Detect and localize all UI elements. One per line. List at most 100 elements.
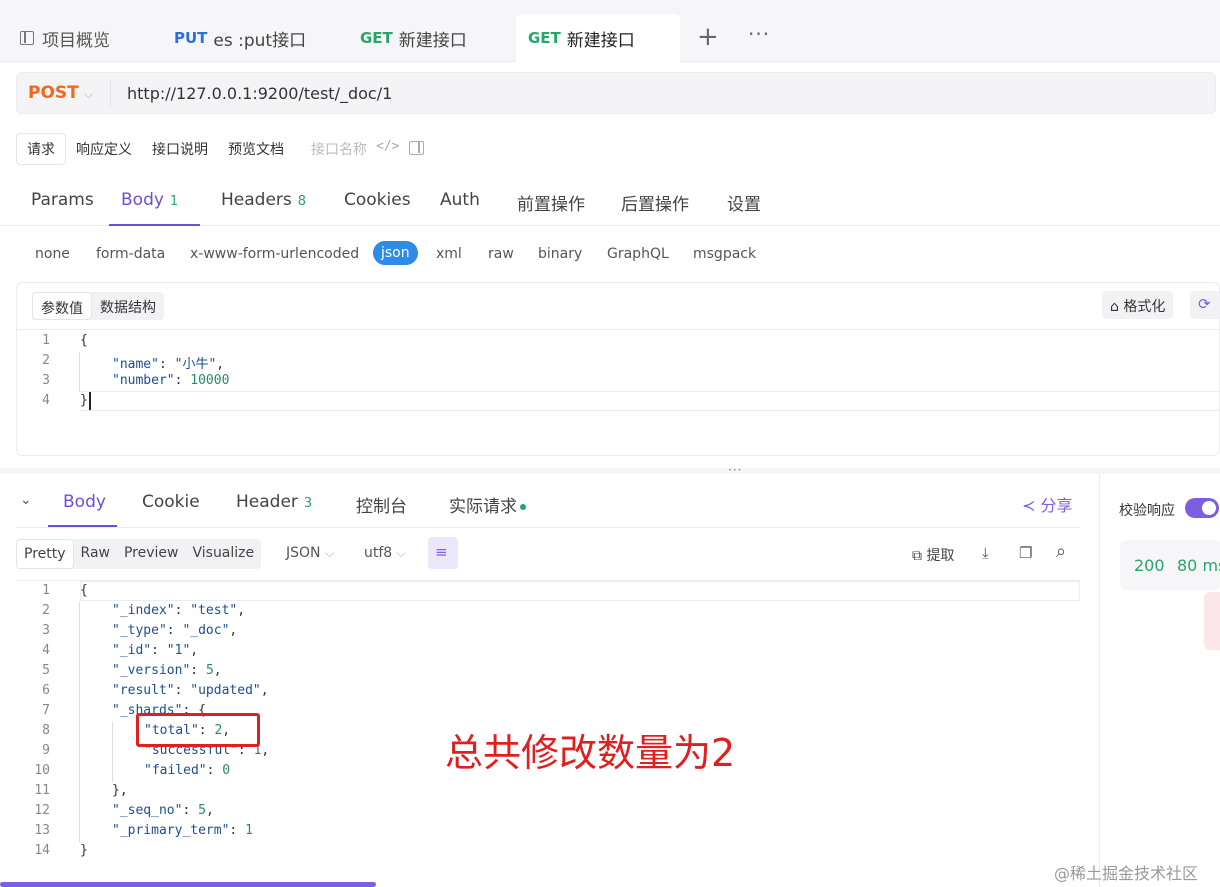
tab-body[interactable]: Body 1 (121, 190, 178, 210)
copy-icon[interactable]: ❐ (1019, 544, 1032, 562)
line-number: 10 (34, 763, 50, 778)
panel-divider[interactable] (0, 468, 1220, 474)
plus-icon[interactable]: + (697, 24, 719, 50)
active-tab-indicator (48, 525, 117, 527)
code-line[interactable]: } (80, 843, 88, 858)
side-tab[interactable] (1204, 592, 1220, 650)
body-type-none[interactable]: none (35, 246, 70, 262)
json-sep: : (174, 683, 191, 698)
resp-tab-body[interactable]: Body (63, 492, 106, 512)
side-panel-icon[interactable] (409, 141, 424, 155)
json-key: "_seq_no" (112, 803, 183, 818)
view-preview[interactable]: Preview (117, 539, 186, 569)
code-line[interactable]: "_seq_no": 5, (112, 803, 214, 818)
code-line[interactable]: "_version": 5, (112, 663, 222, 678)
search-icon[interactable]: ⌕ (1056, 541, 1066, 562)
format-button[interactable]: ⌂ 格式化 (1102, 291, 1174, 319)
body-type-graphql[interactable]: GraphQL (607, 246, 669, 262)
nav-label: Headers (221, 190, 292, 210)
view-visualize[interactable]: Visualize (185, 539, 261, 569)
body-type-raw[interactable]: raw (488, 246, 514, 262)
code-line[interactable]: } (80, 393, 88, 408)
seg-preview-doc[interactable]: 预览文档 (218, 134, 294, 164)
tab-get-interface-2[interactable]: GET 新建接口 (516, 14, 680, 62)
seg-request[interactable]: 请求 (16, 133, 66, 165)
code-icon[interactable]: </> (376, 139, 399, 154)
json-key: "failed" (144, 763, 207, 778)
code-line[interactable]: "result": "updated", (112, 683, 269, 698)
seg-param-values[interactable]: 参数值 (32, 292, 92, 320)
line-number: 2 (42, 353, 50, 368)
format-icon: ⌂ (1110, 299, 1119, 315)
json-key: "result" (112, 683, 175, 698)
extract-button[interactable]: ⧉ 提取 (912, 545, 954, 565)
tab-cookies[interactable]: Cookies (344, 190, 411, 210)
code-line[interactable]: "_index": "test", (112, 603, 245, 618)
view-pretty[interactable]: Pretty (16, 539, 74, 569)
resp-tab-cookie[interactable]: Cookie (142, 492, 200, 512)
tab-auth[interactable]: Auth (440, 190, 480, 210)
seg-interface-doc[interactable]: 接口说明 (142, 134, 218, 164)
tab-settings[interactable]: 设置 (727, 190, 761, 215)
nav-label: Cookie (142, 492, 200, 512)
view-raw[interactable]: Raw (74, 539, 117, 569)
more-icon[interactable]: ··· (748, 22, 770, 46)
json-sep: : (158, 357, 175, 372)
request-mode-segmented: 请求 响应定义 接口说明 预览文档 (16, 133, 294, 165)
interface-name-input[interactable]: 接口名称 (311, 139, 367, 159)
body-type-msgpack[interactable]: msgpack (693, 246, 756, 262)
tab-get-interface-1[interactable]: GET 新建接口 (360, 14, 467, 62)
json-tail: , (213, 663, 222, 678)
json-sep: : (166, 623, 183, 638)
tab-project-overview[interactable]: 项目概览 (20, 14, 110, 62)
resp-tab-actual-request[interactable]: 实际请求 (449, 492, 526, 517)
code-line[interactable]: { (80, 583, 88, 598)
body-type-binary[interactable]: binary (538, 246, 582, 262)
seg-data-structure[interactable]: 数据结构 (92, 292, 164, 320)
json-value: 10000 (190, 373, 230, 388)
code-line[interactable]: }, (112, 783, 128, 798)
refresh-icon[interactable]: ⟳ (1190, 291, 1220, 319)
wrap-lines-icon[interactable]: ≡ (428, 537, 458, 569)
method-select[interactable]: POST (28, 83, 79, 103)
resp-tab-header[interactable]: Header 3 (236, 492, 312, 512)
encoding-select[interactable]: utf8 ⌵ (364, 545, 406, 561)
json-sep: : (151, 643, 167, 658)
indent-guide (79, 352, 80, 392)
body-type-urlencoded[interactable]: x-www-form-urlencoded (190, 246, 359, 262)
json-key: "_primary_term" (112, 823, 230, 838)
body-type-form-data[interactable]: form-data (96, 246, 165, 262)
overview-icon (20, 31, 34, 45)
indent-guide (112, 722, 113, 782)
scrollbar[interactable] (0, 882, 376, 887)
resp-tab-console[interactable]: 控制台 (356, 492, 407, 517)
json-value: 5 (198, 803, 206, 818)
nav-label: 控制台 (356, 497, 407, 517)
body-type-json[interactable]: json (373, 241, 418, 265)
code-line[interactable]: "_id": "1", (112, 643, 198, 658)
share-button[interactable]: ≺ 分享 (1022, 492, 1073, 516)
chevron-down-icon[interactable]: ⌵ (84, 87, 93, 102)
tab-params[interactable]: Params (31, 190, 94, 210)
url-input[interactable]: http://127.0.0.1:9200/test/_doc/1 (127, 84, 392, 103)
code-line[interactable]: "_primary_term": 1 (112, 823, 253, 838)
drag-handle-icon[interactable]: ··· (728, 463, 742, 477)
body-type-xml[interactable]: xml (436, 246, 462, 262)
nav-label: 前置操作 (517, 195, 585, 215)
download-icon[interactable]: ⤓ (982, 544, 989, 562)
seg-response-def[interactable]: 响应定义 (66, 134, 142, 164)
collapse-icon[interactable]: ⌄ (20, 492, 32, 508)
code-line[interactable]: "failed": 0 (144, 763, 230, 778)
validate-toggle[interactable] (1185, 498, 1219, 518)
code-line[interactable]: "number": 10000 (112, 373, 229, 388)
tab-post-script[interactable]: 后置操作 (621, 190, 689, 215)
code-line[interactable]: { (80, 333, 88, 348)
code-line[interactable]: "name": "小牛", (112, 353, 224, 372)
tab-pre-script[interactable]: 前置操作 (517, 190, 585, 215)
format-select[interactable]: JSON ⌵ (286, 545, 334, 561)
tab-headers[interactable]: Headers 8 (221, 190, 306, 210)
tab-put-interface[interactable]: PUT es :put接口 (174, 14, 306, 62)
json-value: "test" (190, 603, 238, 618)
current-line-highlight (80, 391, 1220, 411)
code-line[interactable]: "_type": "_doc", (112, 623, 237, 638)
